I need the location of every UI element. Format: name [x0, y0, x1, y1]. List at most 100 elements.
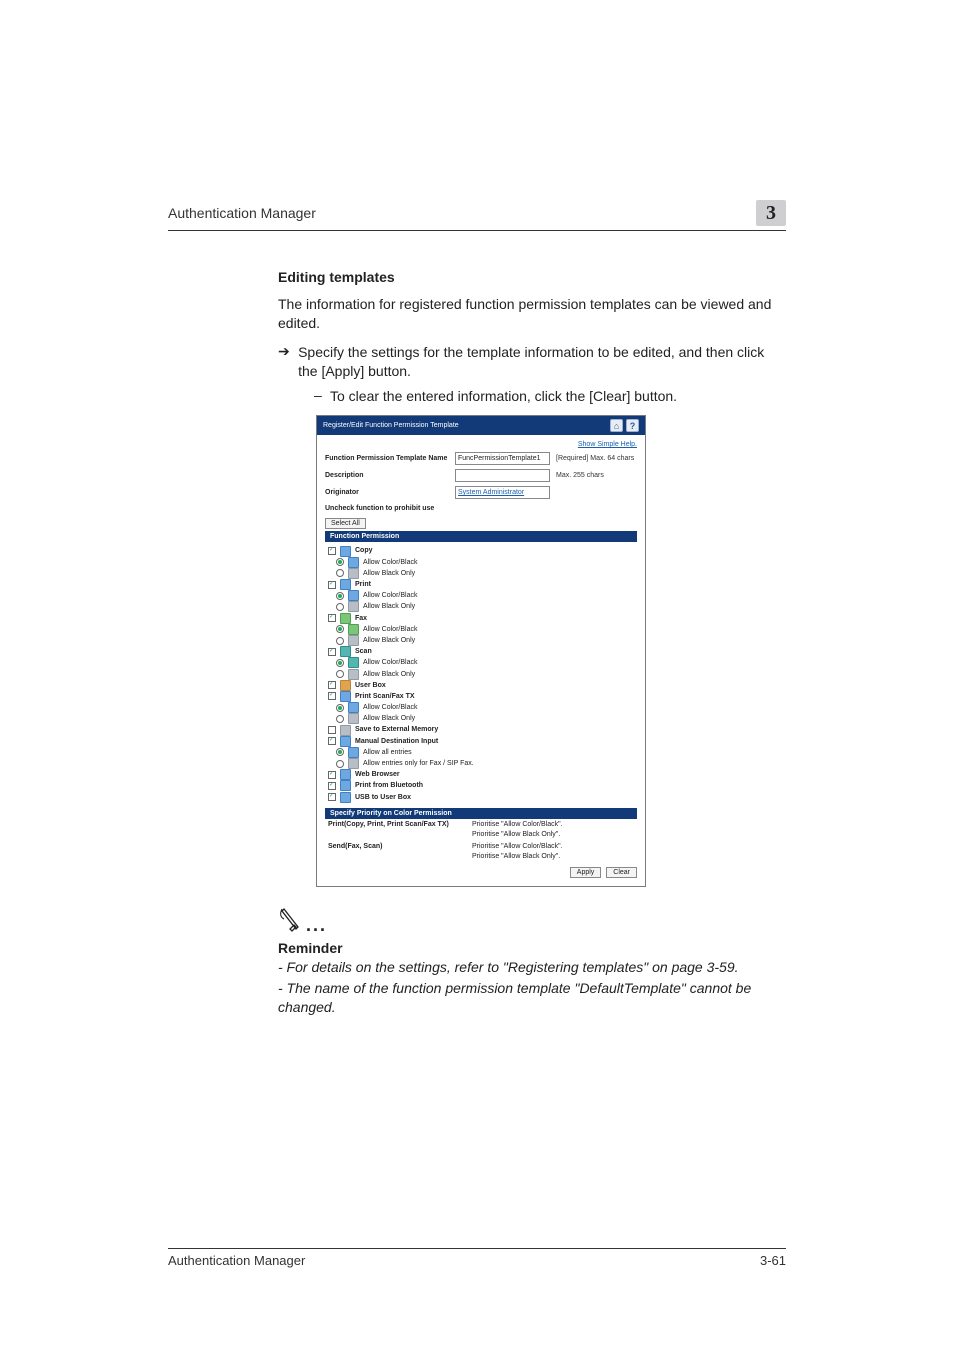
function-icon — [348, 702, 359, 713]
tree-row: Fax — [328, 613, 637, 624]
tree-row: Copy — [328, 545, 637, 556]
tree-row: USB to User Box — [328, 792, 637, 803]
priority-header: Specify Priority on Color Permission — [325, 808, 637, 819]
radio[interactable] — [336, 704, 344, 712]
tree-label: Allow Black Only — [363, 601, 415, 612]
priority-option-label: Prioritise "Allow Black Only". — [472, 853, 560, 860]
tree-row: Allow Black Only — [328, 568, 637, 579]
function-icon — [348, 713, 359, 724]
show-simple-help-link[interactable]: Show Simple Help. — [325, 441, 637, 448]
chapter-badge: 3 — [756, 200, 786, 226]
reminder-block: ... Reminder - For details on the settin… — [278, 905, 786, 1017]
tree-label: Allow Color/Black — [363, 657, 417, 668]
input-description[interactable] — [455, 469, 550, 482]
radio[interactable] — [336, 558, 344, 566]
select-all-button[interactable]: Select All — [325, 518, 366, 529]
priority-option: Prioritise "Allow Color/Black". — [468, 843, 637, 850]
tree-label: User Box — [355, 680, 386, 691]
radio[interactable] — [336, 659, 344, 667]
footer-right: 3-61 — [760, 1253, 786, 1268]
page-header: Authentication Manager 3 — [168, 200, 786, 231]
checkbox[interactable] — [328, 737, 336, 745]
checkbox[interactable] — [328, 726, 336, 734]
radio[interactable] — [336, 748, 344, 756]
reminder-text-1: - For details on the settings, refer to … — [278, 958, 786, 977]
section-heading: Editing templates — [278, 269, 786, 285]
function-icon — [340, 680, 351, 691]
priority-options: Prioritise "Allow Color/Black". Prioritis… — [468, 843, 637, 863]
permission-tree: CopyAllow Color/BlackAllow Black OnlyPri… — [325, 542, 637, 805]
tree-row: Allow all entries — [328, 747, 637, 758]
tree-label: Allow Black Only — [363, 635, 415, 646]
priority-options: Prioritise "Allow Color/Black".Prioritis… — [468, 821, 637, 841]
radio[interactable] — [336, 603, 344, 611]
input-template-name[interactable]: FuncPermissionTemplate1 — [455, 452, 550, 465]
radio[interactable] — [336, 760, 344, 768]
page-footer: Authentication Manager 3-61 — [168, 1248, 786, 1268]
checkbox[interactable] — [328, 681, 336, 689]
link-originator[interactable]: System Administrator — [455, 486, 550, 499]
tree-row: Print — [328, 579, 637, 590]
dialog-title: Register/Edit Function Permission Templa… — [323, 422, 459, 429]
function-icon — [348, 601, 359, 612]
substep-row: – To clear the entered information, clic… — [314, 387, 786, 406]
radio[interactable] — [336, 670, 344, 678]
checkbox[interactable] — [328, 692, 336, 700]
radio[interactable] — [336, 715, 344, 723]
function-icon — [348, 657, 359, 668]
function-icon — [348, 635, 359, 646]
priority-label: Print(Copy, Print, Print Scan/Fax TX) — [328, 821, 468, 841]
checkbox[interactable] — [328, 547, 336, 555]
function-icon — [348, 669, 359, 680]
checkbox[interactable] — [328, 614, 336, 622]
header-title: Authentication Manager — [168, 205, 316, 221]
tree-label: Save to External Memory — [355, 724, 438, 735]
function-icon — [340, 646, 351, 657]
tree-row: Allow entries only for Fax / SIP Fax. — [328, 758, 637, 769]
tree-label: Web Browser — [355, 769, 400, 780]
clear-button[interactable]: Clear — [606, 867, 637, 878]
priority-option-label: Prioritise "Allow Color/Black". — [472, 843, 563, 850]
dash-icon: – — [314, 387, 330, 406]
radio[interactable] — [336, 569, 344, 577]
checkbox[interactable] — [328, 782, 336, 790]
radio[interactable] — [336, 625, 344, 633]
radio[interactable] — [336, 592, 344, 600]
priority-block: Print(Copy, Print, Print Scan/Fax TX) Pri… — [325, 819, 637, 863]
tree-row: Web Browser — [328, 769, 637, 780]
step-text: Specify the settings for the template in… — [298, 343, 786, 381]
priority-row: Send(Fax, Scan)Prioritise "Allow Color/B… — [325, 841, 637, 863]
function-icon — [340, 736, 351, 747]
priority-option-label: Prioritise "Allow Black Only". — [472, 831, 560, 838]
function-icon — [348, 590, 359, 601]
tree-row: Allow Black Only — [328, 601, 637, 612]
tree-row: Print Scan/Fax TX — [328, 691, 637, 702]
function-icon — [340, 691, 351, 702]
arrow-icon: ➔ — [278, 343, 298, 381]
priority-option: Prioritise "Allow Black Only". — [468, 831, 637, 838]
tree-label: Allow all entries — [363, 747, 412, 758]
priority-row: Print(Copy, Print, Print Scan/Fax TX)Pri… — [325, 819, 637, 841]
function-icon — [340, 579, 351, 590]
tree-label: Fax — [355, 613, 367, 624]
apply-button[interactable]: Apply — [570, 867, 602, 878]
tree-row: Allow Black Only — [328, 713, 637, 724]
help-icon[interactable]: ? — [626, 419, 639, 432]
tree-label: Allow Color/Black — [363, 590, 417, 601]
checkbox[interactable] — [328, 581, 336, 589]
tree-label: Copy — [355, 545, 373, 556]
tree-label: Allow Black Only — [363, 568, 415, 579]
checkbox[interactable] — [328, 771, 336, 779]
checkbox[interactable] — [328, 793, 336, 801]
uncheck-message: Uncheck function to prohibit use — [325, 505, 637, 512]
tree-row: Allow Color/Black — [328, 590, 637, 601]
tree-label: Allow Color/Black — [363, 557, 417, 568]
tree-row: Print from Bluetooth — [328, 780, 637, 791]
tree-row: User Box — [328, 680, 637, 691]
checkbox[interactable] — [328, 648, 336, 656]
reminder-dots: ... — [306, 915, 327, 935]
tree-label: Allow Black Only — [363, 713, 415, 724]
tree-row: Save to External Memory — [328, 724, 637, 735]
radio[interactable] — [336, 637, 344, 645]
home-icon[interactable]: ⌂ — [610, 419, 623, 432]
